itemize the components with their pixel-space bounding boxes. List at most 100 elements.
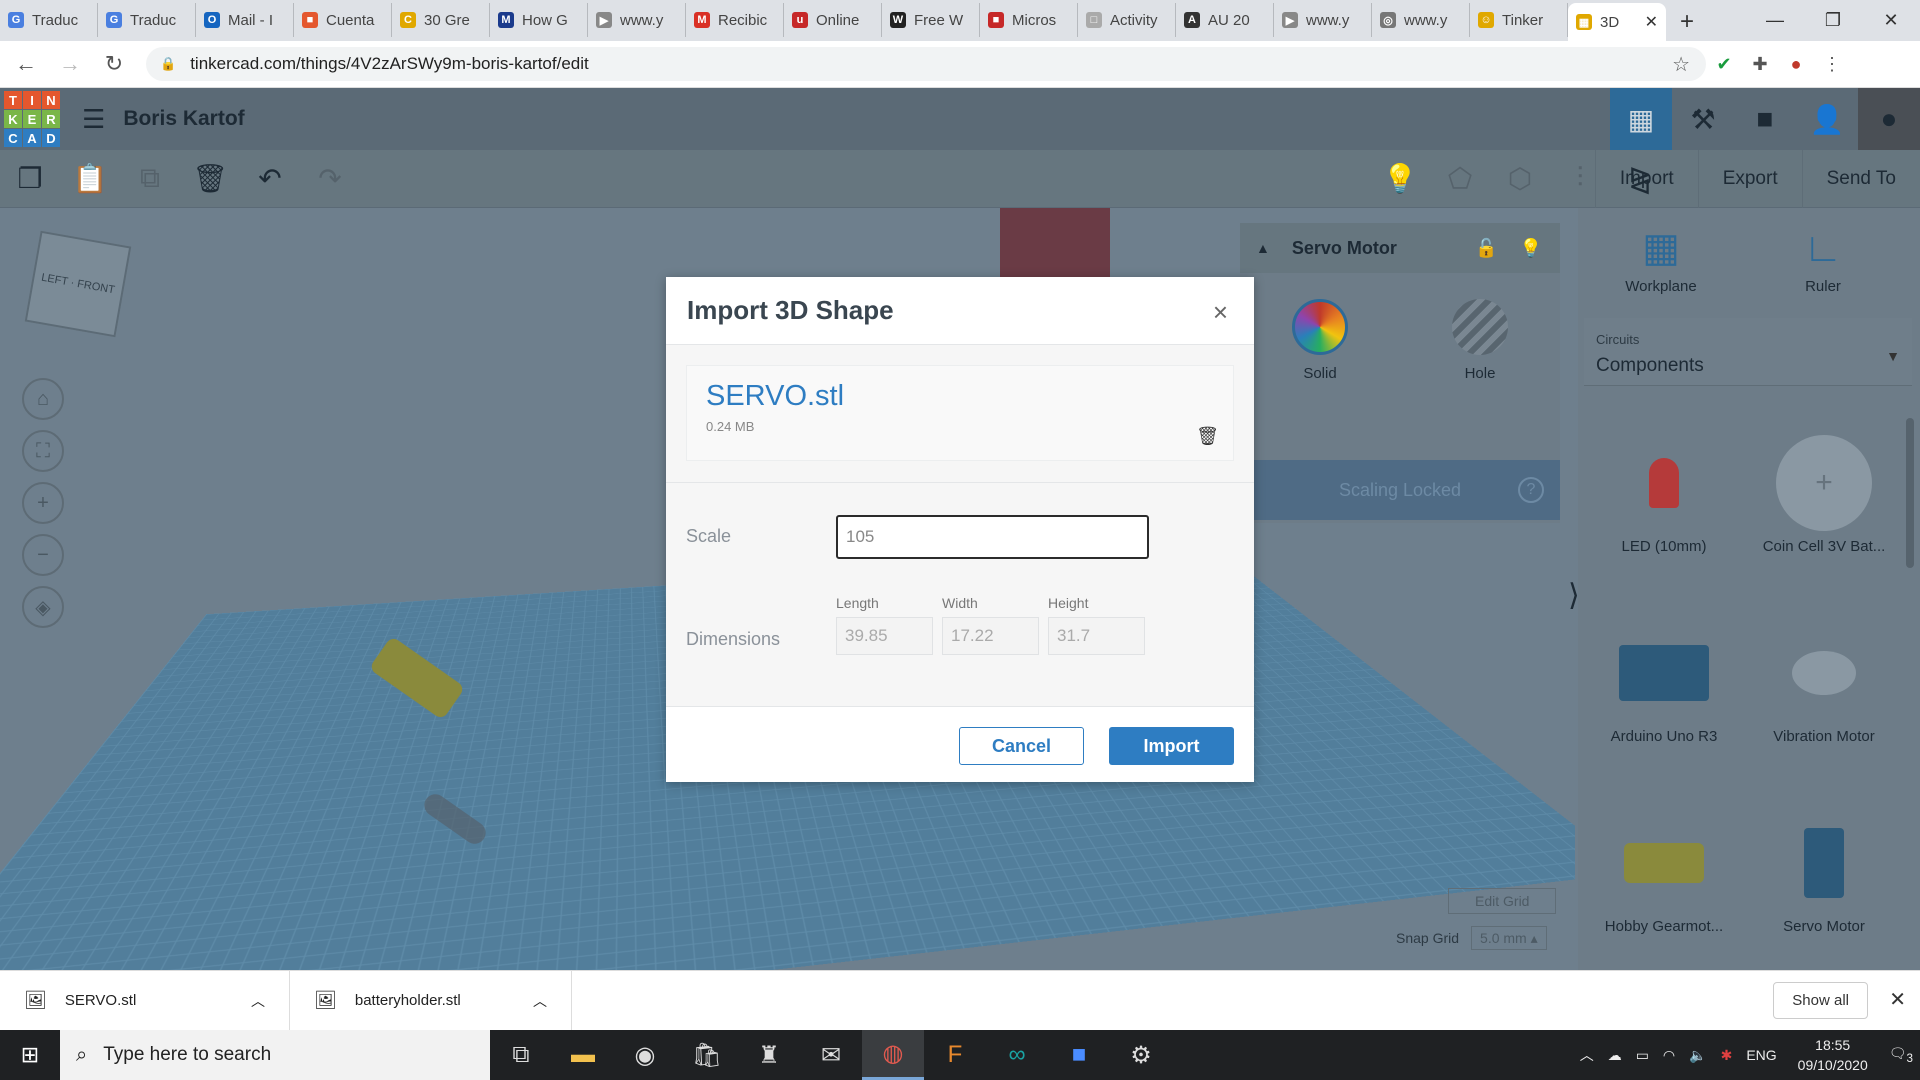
part-servo-motor[interactable]: Servo Motor [1744, 808, 1904, 935]
codeblocks-view-icon[interactable]: ⚒ [1672, 88, 1734, 150]
ruler-tool[interactable]: ∟ Ruler [1748, 218, 1898, 295]
browser-tab[interactable]: ■ Cuenta [294, 3, 392, 37]
steam-icon[interactable]: ◉ [614, 1030, 676, 1080]
category-dropdown[interactable]: Circuits Components ▼ [1584, 318, 1912, 386]
hole-option[interactable]: Hole [1452, 299, 1508, 382]
close-downloads-icon[interactable]: ✕ [1889, 987, 1906, 1012]
arduino-icon[interactable]: ∞ [986, 1030, 1048, 1080]
task-view-icon[interactable]: ⧉ [490, 1030, 552, 1080]
part-hobby-gearmotor[interactable]: Hobby Gearmot... [1584, 808, 1744, 935]
zoom-out-icon[interactable]: − [22, 534, 64, 576]
bookmark-star-icon[interactable]: ☆ [1672, 52, 1690, 77]
file-explorer-icon[interactable]: ▬ [552, 1030, 614, 1080]
browser-tab[interactable]: O Mail - I [196, 3, 294, 37]
ungroup-icon[interactable]: ⬡ [1490, 162, 1550, 195]
group-icon[interactable]: ⬠ [1430, 162, 1490, 195]
extensions-puzzle-icon[interactable]: ✚ [1742, 54, 1778, 75]
duplicate-icon[interactable]: ⧉ [120, 162, 180, 195]
import-button[interactable]: Import [1109, 727, 1234, 765]
snap-grid-select[interactable]: 5.0 mm ▴ [1471, 926, 1547, 950]
collapse-caret-icon[interactable]: ▲ [1256, 240, 1270, 256]
workplane-tool[interactable]: ▦ Workplane [1586, 218, 1736, 295]
url-field[interactable]: 🔒 tinkercad.com/things/4V2zArSWy9m-boris… [146, 47, 1706, 81]
volume-icon[interactable]: 🔈 [1682, 1047, 1713, 1064]
3d-design-view-icon[interactable]: ▦ [1610, 88, 1672, 150]
forward-button[interactable]: → [52, 51, 88, 77]
maximize-button[interactable]: ❐ [1804, 0, 1862, 41]
taskbar-search[interactable]: ⌕ Type here to search [60, 1030, 490, 1080]
browser-tab[interactable]: M Recibic [686, 3, 784, 37]
browser-tab[interactable]: G Traduc [0, 3, 98, 37]
defender-icon[interactable]: ✱ [1714, 1047, 1740, 1064]
copy-icon[interactable]: ❐ [0, 162, 60, 195]
tab-active[interactable]: ▦ 3D ✕ [1568, 3, 1666, 41]
browser-tab[interactable]: ■ Micros [980, 3, 1078, 37]
store-icon[interactable]: 🛍 [676, 1030, 738, 1080]
browser-tab[interactable]: ▶ www.y [1274, 3, 1372, 37]
battery-icon[interactable]: ▭ [1629, 1047, 1656, 1064]
home-view-icon[interactable]: ⌂ [22, 378, 64, 420]
chevron-up-icon[interactable]: ︿ [211, 991, 265, 1011]
perspective-icon[interactable]: ◈ [22, 586, 64, 628]
close-window-button[interactable]: ✕ [1862, 0, 1920, 41]
bricks-view-icon[interactable]: ■ [1734, 88, 1796, 150]
redo-icon[interactable]: ↷ [300, 162, 360, 195]
scale-input[interactable] [836, 515, 1149, 559]
browser-tab[interactable]: W Free W [882, 3, 980, 37]
tinkercad-logo[interactable]: TIN KER CAD [4, 91, 60, 147]
download-item[interactable]: 🖼 SERVO.stl ︿ [0, 971, 290, 1031]
import-button[interactable]: Import [1595, 150, 1698, 208]
servo-model[interactable] [1000, 208, 1110, 288]
view-cube[interactable]: LEFT · FRONT [25, 231, 132, 338]
export-button[interactable]: Export [1698, 150, 1802, 208]
help-icon[interactable]: ? [1518, 477, 1544, 503]
fusion-app-icon[interactable]: F [924, 1030, 986, 1080]
wifi-icon[interactable]: ◠ [1656, 1047, 1682, 1064]
browser-tab[interactable]: □ Activity [1078, 3, 1176, 37]
show-all-button[interactable]: Show all [1773, 982, 1868, 1019]
windows-start-icon[interactable]: ⊞ [0, 1042, 60, 1068]
browser-tab[interactable]: ☺ Tinker [1470, 3, 1568, 37]
part-led[interactable]: LED (10mm) [1584, 428, 1744, 555]
browser-tab[interactable]: ▶ www.y [588, 3, 686, 37]
part-arduino[interactable]: Arduino Uno R3 [1584, 618, 1744, 745]
project-name[interactable]: Boris Kartof [123, 107, 244, 131]
browser-tab[interactable]: C 30 Gre [392, 3, 490, 37]
part-coin-cell[interactable]: + Coin Cell 3V Bat... [1744, 428, 1904, 555]
mail-icon[interactable]: ✉ [800, 1030, 862, 1080]
back-button[interactable]: ← [8, 51, 44, 77]
extension-check-icon[interactable]: ✔ [1706, 54, 1742, 75]
add-user-icon[interactable]: 👤 [1796, 88, 1858, 150]
part-vibration-motor[interactable]: Vibration Motor [1744, 618, 1904, 745]
clock[interactable]: 18:55 09/10/2020 [1784, 1035, 1882, 1075]
edit-grid-button[interactable]: Edit Grid [1448, 888, 1556, 914]
reload-button[interactable]: ↻ [96, 51, 132, 77]
cancel-button[interactable]: Cancel [959, 727, 1084, 765]
chevron-up-icon[interactable]: ︿ [493, 991, 547, 1011]
profile-avatar[interactable]: ● [1778, 54, 1814, 75]
user-avatar[interactable]: ● [1858, 88, 1920, 150]
undo-icon[interactable]: ↶ [240, 162, 300, 195]
language-indicator[interactable]: ENG [1739, 1047, 1783, 1063]
minimize-button[interactable]: — [1746, 0, 1804, 41]
download-item[interactable]: 🖼 batteryholder.stl ︿ [290, 971, 572, 1031]
notifications-icon[interactable]: 🗨3 [1882, 1045, 1920, 1065]
panel-scrollbar[interactable] [1906, 418, 1914, 568]
send-to-button[interactable]: Send To [1802, 150, 1920, 208]
notes-bulb-icon[interactable]: 💡 [1370, 162, 1430, 195]
bulb-icon[interactable]: 💡 [1520, 238, 1542, 259]
tab-close-icon[interactable]: ✕ [1645, 12, 1658, 32]
solid-option[interactable]: Solid [1292, 299, 1348, 382]
tray-chevron-icon[interactable]: ︿ [1573, 1045, 1601, 1065]
new-tab-button[interactable]: + [1666, 3, 1708, 41]
browser-tab[interactable]: ◎ www.y [1372, 3, 1470, 37]
zoom-icon[interactable]: ■ [1048, 1030, 1110, 1080]
lock-shape-icon[interactable]: 🔓 [1475, 238, 1497, 259]
browser-tab[interactable]: M How G [490, 3, 588, 37]
settings-gear-icon[interactable]: ⚙ [1110, 1030, 1172, 1080]
close-icon[interactable]: × [1213, 297, 1228, 328]
browser-tab[interactable]: G Traduc [98, 3, 196, 37]
trash-icon[interactable]: 🗑 [1196, 426, 1219, 447]
game-launcher-icon[interactable]: ♜ [738, 1030, 800, 1080]
project-list-icon[interactable]: ☰ [82, 104, 105, 135]
